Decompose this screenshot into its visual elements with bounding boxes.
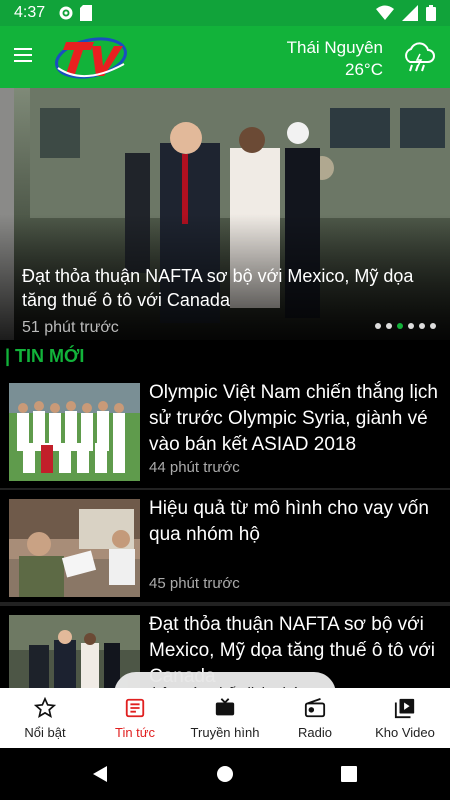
- rain-cloud-icon: [405, 42, 435, 72]
- news-title[interactable]: Olympic Việt Nam chiến thắng lịch sử trư…: [149, 380, 445, 458]
- video-library-icon: [394, 698, 415, 719]
- carousel-dot[interactable]: [386, 323, 392, 329]
- tab-radio[interactable]: Radio: [270, 688, 360, 748]
- carousel-dot[interactable]: [419, 323, 425, 329]
- news-time: 45 phút trước: [149, 575, 240, 592]
- news-title[interactable]: Hiệu quả từ mô hình cho vay vốn qua nhóm…: [149, 496, 445, 548]
- settings-icon: [59, 6, 73, 20]
- app-bar: Thái Nguyên 26°C: [0, 26, 450, 88]
- tab-label: Kho Video: [375, 725, 435, 740]
- hero-headline[interactable]: Đạt thỏa thuận NAFTA sơ bộ với Mexico, M…: [22, 264, 442, 312]
- hero-carousel[interactable]: Đạt thỏa thuận NAFTA sơ bộ với Mexico, M…: [0, 88, 450, 340]
- tab-label: Truyền hình: [190, 725, 260, 740]
- news-item[interactable]: Olympic Việt Nam chiến thắng lịch sử trư…: [0, 374, 450, 482]
- tv-icon: [215, 698, 235, 716]
- carousel-dot[interactable]: [430, 323, 436, 329]
- bottom-navigation: Nổi bật Tin tức Truyền hình Radio Kho Vi…: [0, 688, 450, 748]
- star-icon: [34, 697, 56, 718]
- hero-time: 51 phút trước: [22, 319, 119, 336]
- tab-tin-tuc[interactable]: Tin tức: [90, 688, 180, 748]
- back-icon[interactable]: [91, 765, 109, 783]
- carousel-dot[interactable]: [375, 323, 381, 329]
- system-navigation-bar: [0, 748, 450, 800]
- news-icon: [125, 698, 145, 718]
- tab-kho-video[interactable]: Kho Video: [360, 688, 450, 748]
- tab-noi-bat[interactable]: Nổi bật: [0, 688, 90, 748]
- menu-icon[interactable]: [14, 48, 32, 62]
- tv-logo[interactable]: [54, 28, 128, 84]
- weather-city: Thái Nguyên: [286, 38, 383, 57]
- recents-icon[interactable]: [341, 766, 357, 782]
- signal-icon: [402, 5, 418, 21]
- section-title: | TIN MỚI: [5, 346, 85, 366]
- news-thumbnail: [9, 383, 140, 481]
- radio-icon: [304, 697, 326, 718]
- carousel-indicator: [375, 323, 436, 329]
- battery-icon: [426, 5, 436, 21]
- status-bar: 4:37: [0, 0, 450, 26]
- tab-truyen-hinh[interactable]: Truyền hình: [180, 688, 270, 748]
- tab-label: Tin tức: [114, 725, 155, 740]
- news-item[interactable]: Hiệu quả từ mô hình cho vay vốn qua nhóm…: [0, 490, 450, 598]
- sd-card-icon: [80, 5, 92, 21]
- news-thumbnail: [9, 499, 140, 597]
- weather-temperature: 26°C: [345, 60, 383, 79]
- status-time: 4:37: [14, 4, 46, 21]
- news-time: 44 phút trước: [149, 459, 240, 476]
- tab-label: Nổi bật: [24, 725, 66, 740]
- home-icon[interactable]: [216, 765, 234, 783]
- wifi-icon: [376, 5, 394, 20]
- carousel-dot-active[interactable]: [397, 323, 403, 329]
- carousel-dot[interactable]: [408, 323, 414, 329]
- tab-label: Radio: [298, 725, 332, 740]
